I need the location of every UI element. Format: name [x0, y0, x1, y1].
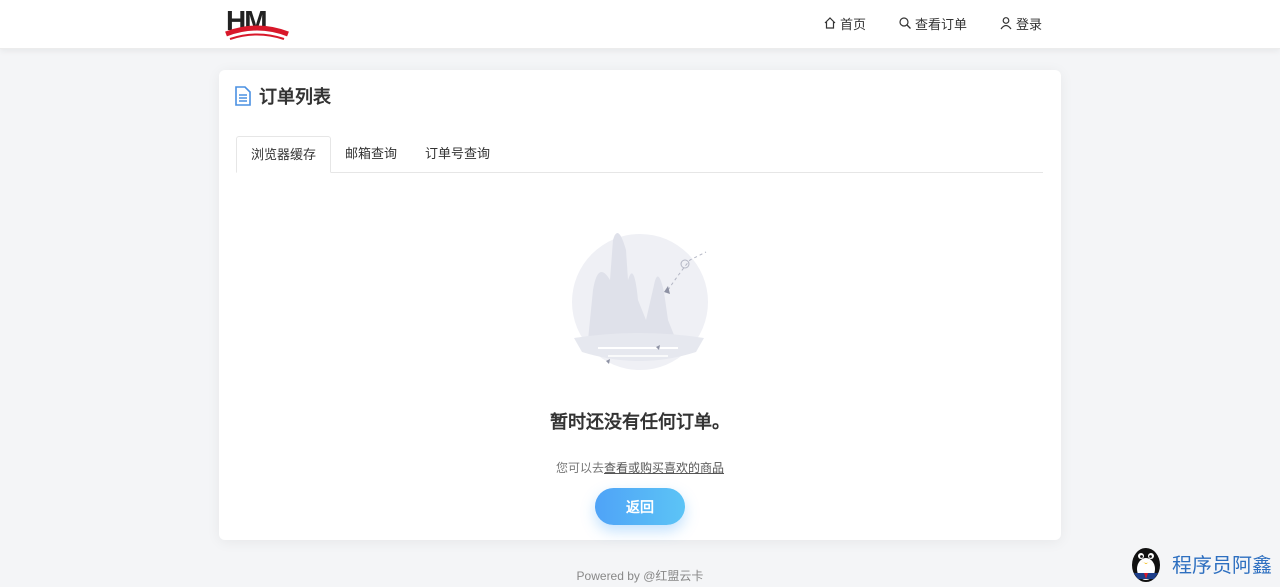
empty-subtitle-prefix: 您可以去 — [555, 461, 604, 475]
top-nav: 首页 查看订单 登录 — [823, 0, 1042, 46]
query-tabs: 浏览器缓存 邮箱查询 订单号查询 — [236, 136, 1043, 173]
user-icon — [1000, 17, 1012, 30]
nav-orders[interactable]: 查看订单 — [898, 14, 967, 33]
card-header: 订单列表 — [235, 84, 331, 108]
nav-login-label: 登录 — [1015, 16, 1042, 32]
watermark-text: 程序员阿鑫 — [1172, 554, 1272, 577]
watermark: 程序员阿鑫 — [1126, 543, 1272, 583]
tab-browser-cache[interactable]: 浏览器缓存 — [236, 136, 332, 173]
nav-login[interactable]: 登录 — [999, 14, 1042, 33]
tab-order-number-query[interactable]: 订单号查询 — [411, 136, 504, 172]
nav-home[interactable]: 首页 — [823, 14, 866, 33]
empty-title: 暂时还没有任何订单。 — [550, 412, 730, 432]
tab-email-query[interactable]: 邮箱查询 — [331, 136, 411, 172]
nav-orders-label: 查看订单 — [914, 16, 967, 32]
order-list-card: 订单列表 浏览器缓存 邮箱查询 订单号查询 暂时还没有任何订单。 您可以去查看或… — [219, 70, 1061, 540]
footer-powered-by: Powered by @红盟云卡 — [576, 569, 704, 583]
site-logo[interactable]: HM — [224, 4, 290, 42]
back-button[interactable]: 返回 — [595, 488, 685, 525]
home-icon — [824, 17, 836, 29]
document-icon — [235, 86, 251, 106]
search-icon — [899, 17, 911, 29]
nav-home-label: 首页 — [839, 16, 866, 32]
empty-subtitle: 您可以去查看或购买喜欢的商品 — [219, 459, 1061, 476]
browse-products-link[interactable]: 查看或购买喜欢的商品 — [604, 461, 724, 475]
page-title: 订单列表 — [259, 87, 331, 107]
top-header: HM 首页 查看订单 登录 — [0, 0, 1280, 49]
penguin-icon — [1132, 548, 1160, 582]
empty-state-illustration — [572, 232, 708, 370]
